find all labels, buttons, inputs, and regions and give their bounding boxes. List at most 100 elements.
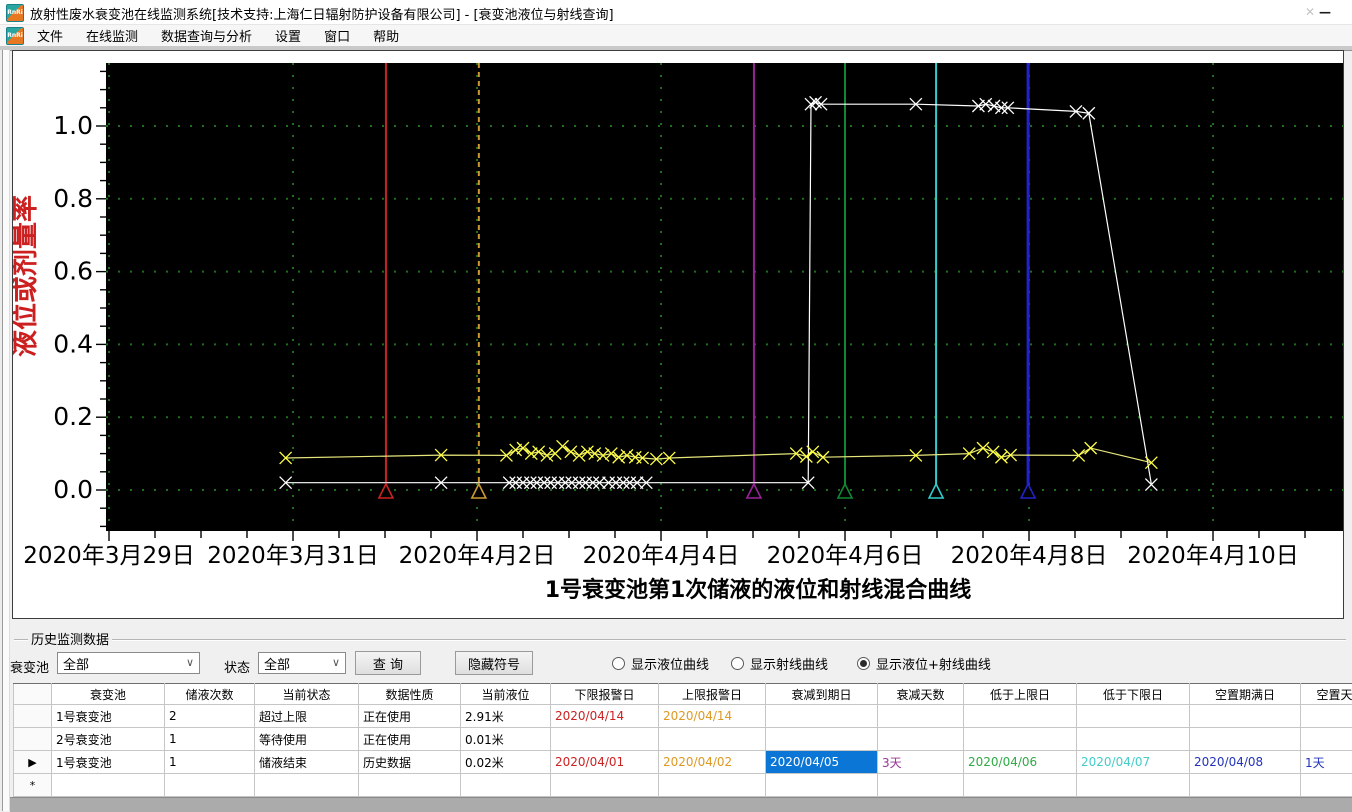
title-bar: RnRi 放射性废水衰变池在线监测系统 [技术支持:上海仁日辐射防护设备有限公司… [0,0,1352,25]
table-cell[interactable] [766,774,878,797]
table-cell[interactable]: 1 [165,751,255,774]
table-row-3: ▶1号衰变池1储液结束历史数据0.02米2020/04/012020/04/02… [14,751,1352,774]
table-cell[interactable] [1077,728,1190,751]
table-cell[interactable]: 2020/04/01 [551,751,659,774]
column-header[interactable]: 低于上限日 [964,684,1077,705]
table-cell[interactable] [659,774,766,797]
table-cell[interactable] [1077,774,1190,797]
column-header[interactable]: 衰减天数 [878,684,964,705]
row-selector[interactable] [14,728,52,751]
menu-item-3[interactable]: 数据查询与分析 [158,25,255,46]
table-cell[interactable] [461,774,551,797]
table-cell[interactable]: 1号衰变池 [52,705,165,728]
radio-unchecked-icon[interactable] [731,657,744,670]
svg-text:2020年3月29日: 2020年3月29日 [23,543,194,569]
table-cell[interactable] [551,774,659,797]
table-cell[interactable] [1077,705,1190,728]
table-cell[interactable] [1190,728,1301,751]
svg-text:0.8: 0.8 [53,184,93,213]
y-axis-title: 液位或剂量率 [13,195,41,357]
menu-item-1[interactable]: 文件 [34,25,66,46]
table-cell[interactable]: 正在使用 [359,728,461,751]
radio-label: 显示射线曲线 [750,654,828,673]
window-subtitle: [技术支持:上海仁日辐射防护设备有限公司] - [衰变池液位与射线查询] [212,4,614,23]
column-header[interactable]: 当前状态 [255,684,359,705]
table-cell[interactable] [659,728,766,751]
status-filter-label: 状态 [224,657,250,676]
radio-option-1[interactable]: 显示液位曲线 [612,655,709,671]
column-header[interactable]: 衰减到期日 [766,684,878,705]
table-cell[interactable]: 1天 [1301,751,1352,774]
status-filter-value: 全部 [264,654,290,673]
table-cell[interactable] [1301,774,1352,797]
table-cell[interactable] [766,705,878,728]
table-cell[interactable]: 超过上限 [255,705,359,728]
table-cell[interactable]: 2020/04/05 [766,751,878,774]
table-cell[interactable] [878,728,964,751]
table-cell[interactable] [964,728,1077,751]
table-cell[interactable]: 2020/04/06 [964,751,1077,774]
svg-text:2020年4月6日: 2020年4月6日 [767,543,924,569]
chart-canvas: 0.00.20.40.60.81.02020年3月29日2020年3月31日20… [13,51,1343,618]
table-cell[interactable] [766,728,878,751]
table-cell[interactable] [165,774,255,797]
table-cell[interactable]: 储液结束 [255,751,359,774]
status-filter-select[interactable]: 全部 ∨ [258,652,346,674]
table-cell[interactable]: 历史数据 [359,751,461,774]
table-cell[interactable]: 正在使用 [359,705,461,728]
table-cell[interactable]: 2020/04/14 [659,705,766,728]
pool-filter-select[interactable]: 全部 ∨ [57,652,200,674]
radio-option-2[interactable]: 显示射线曲线 [731,655,828,671]
table-cell[interactable]: 2020/04/08 [1190,751,1301,774]
table-cell[interactable]: 1 [165,728,255,751]
table-cell[interactable]: 2号衰变池 [52,728,165,751]
table-cell[interactable] [551,728,659,751]
column-header[interactable]: 低于下限日 [1077,684,1190,705]
table-cell[interactable]: 等待使用 [255,728,359,751]
table-cell[interactable] [1190,774,1301,797]
table-footer-area [10,797,1352,812]
menu-item-6[interactable]: 帮助 [370,25,402,46]
table-cell[interactable] [1301,728,1352,751]
radio-option-3[interactable]: 显示液位+射线曲线 [857,655,991,671]
column-header[interactable]: 空置期满日 [1190,684,1301,705]
table-cell[interactable]: 0.02米 [461,751,551,774]
column-header[interactable]: 空置天数 [1301,684,1352,705]
row-selector[interactable] [14,705,52,728]
x-axis-labels: 2020年3月29日2020年3月31日2020年4月2日2020年4月4日20… [23,543,1298,569]
table-cell[interactable] [1301,705,1352,728]
table-cell[interactable] [255,774,359,797]
menu-item-4[interactable]: 设置 [272,25,304,46]
column-header[interactable]: 储液次数 [165,684,255,705]
table-cell[interactable]: 0.01米 [461,728,551,751]
table-cell[interactable] [878,774,964,797]
minimize-icon[interactable]: — [1316,3,1334,21]
table-cell[interactable]: 3天 [878,751,964,774]
column-header[interactable]: 上限报警日 [659,684,766,705]
column-header[interactable]: 下限报警日 [551,684,659,705]
menu-item-5[interactable]: 窗口 [321,25,353,46]
radio-checked-icon[interactable] [857,657,870,670]
table-cell[interactable] [1190,705,1301,728]
new-row-star-icon[interactable]: * [14,774,52,797]
column-header[interactable]: 衰变池 [52,684,165,705]
table-cell[interactable]: 2020/04/07 [1077,751,1190,774]
table-cell[interactable] [878,705,964,728]
table-cell[interactable] [964,774,1077,797]
table-cell[interactable]: 2.91米 [461,705,551,728]
radio-unchecked-icon[interactable] [612,657,625,670]
hide-symbols-button[interactable]: 隐藏符号 [455,651,533,675]
table-cell[interactable]: 1号衰变池 [52,751,165,774]
column-header[interactable]: 当前液位 [461,684,551,705]
menu-item-2[interactable]: 在线监测 [83,25,141,46]
current-row-arrow-icon[interactable]: ▶ [14,751,52,774]
query-button[interactable]: 查 询 [355,651,421,675]
menu-logo-text: RnRi [7,32,23,39]
column-header[interactable]: 数据性质 [359,684,461,705]
table-cell[interactable]: 2020/04/14 [551,705,659,728]
table-cell[interactable] [359,774,461,797]
table-cell[interactable]: 2 [165,705,255,728]
table-cell[interactable] [52,774,165,797]
table-cell[interactable]: 2020/04/02 [659,751,766,774]
table-cell[interactable] [964,705,1077,728]
